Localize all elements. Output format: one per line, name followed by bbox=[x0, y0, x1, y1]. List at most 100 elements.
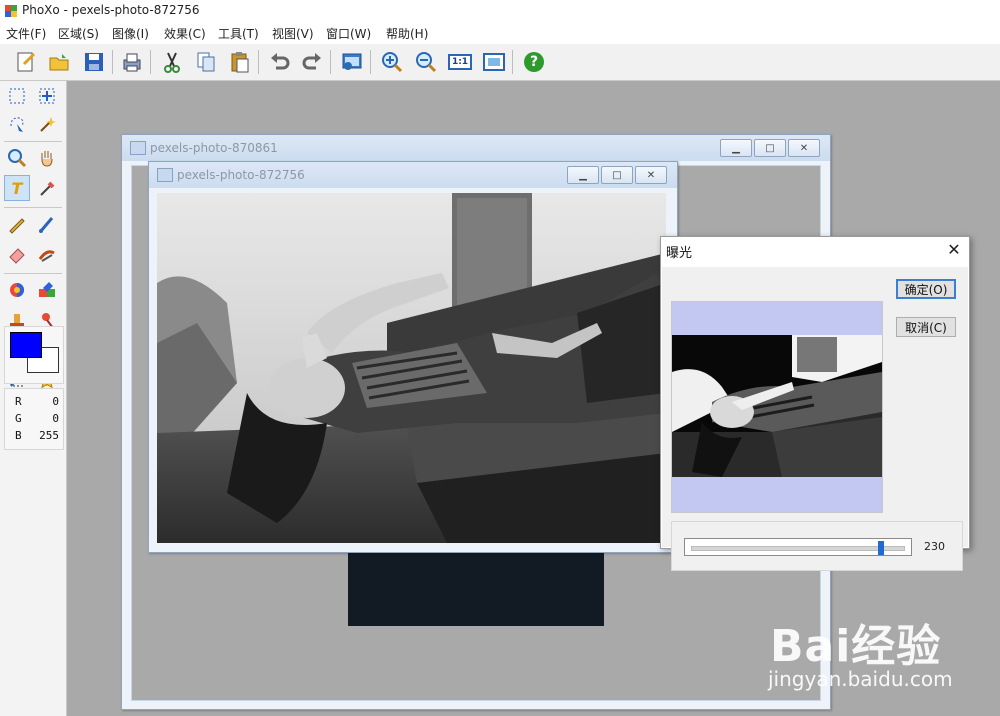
zoom-in-icon bbox=[382, 52, 403, 73]
menu-help[interactable]: 帮助(H) bbox=[386, 25, 428, 42]
toolbar-separator bbox=[512, 50, 513, 74]
app-icon bbox=[5, 5, 17, 17]
fill-tool[interactable] bbox=[4, 277, 30, 303]
rgb-row-b: B 255 bbox=[15, 429, 59, 442]
preview-image bbox=[672, 335, 882, 477]
ok-button[interactable]: 确定(O) bbox=[896, 279, 956, 299]
close-button[interactable]: ✕ bbox=[635, 166, 667, 184]
baidu-watermark-logo: Bai经验 bbox=[770, 621, 942, 672]
eraser-tool[interactable] bbox=[4, 241, 30, 267]
minimize-button[interactable]: ▁ bbox=[720, 139, 752, 157]
redo-button[interactable] bbox=[298, 48, 326, 76]
paste-button[interactable] bbox=[226, 48, 254, 76]
fill-icon bbox=[10, 283, 24, 297]
foreground-color-swatch[interactable] bbox=[10, 332, 42, 358]
minimize-icon: ▁ bbox=[732, 142, 740, 154]
new-icon bbox=[17, 52, 36, 72]
rgb-row-r: R0 bbox=[15, 395, 59, 408]
rect-select-icon bbox=[9, 88, 25, 104]
dialog-close-button[interactable]: ✕ bbox=[945, 241, 963, 259]
smudge-icon bbox=[38, 250, 55, 262]
g-value: 0 bbox=[52, 412, 59, 425]
maximize-button[interactable]: □ bbox=[601, 166, 633, 184]
rect-select-tool[interactable] bbox=[4, 83, 30, 109]
screen-capture-icon bbox=[342, 53, 362, 70]
toolbar-separator bbox=[150, 50, 151, 74]
palette-separator bbox=[4, 273, 62, 274]
fit-window-icon bbox=[483, 53, 505, 71]
menu-file[interactable]: 文件(F) bbox=[6, 25, 46, 42]
cut-icon bbox=[164, 52, 180, 73]
copy-button[interactable] bbox=[192, 48, 220, 76]
magic-wand-tool[interactable] bbox=[34, 111, 60, 137]
color-replace-tool[interactable] bbox=[34, 277, 60, 303]
save-icon bbox=[85, 53, 103, 71]
eyedropper-tool[interactable] bbox=[34, 175, 60, 201]
actual-size-button[interactable]: 1:1 bbox=[446, 48, 474, 76]
brush-tool[interactable] bbox=[34, 211, 60, 237]
palette-separator bbox=[4, 207, 62, 208]
color-replace-icon bbox=[39, 282, 55, 297]
cancel-button[interactable]: 取消(C) bbox=[896, 317, 956, 337]
window-title-bar[interactable]: pexels-photo-870861 ▁ □ ✕ bbox=[122, 135, 830, 161]
menu-image[interactable]: 图像(I) bbox=[112, 25, 149, 42]
minimize-icon: ▁ bbox=[579, 169, 587, 181]
photo-canvas[interactable] bbox=[157, 193, 666, 543]
save-button[interactable] bbox=[80, 48, 108, 76]
b-value: 255 bbox=[39, 429, 59, 442]
slider-thumb[interactable] bbox=[878, 541, 885, 555]
slider-track bbox=[691, 546, 905, 551]
toolbar-separator bbox=[330, 50, 331, 74]
palette-separator bbox=[4, 141, 62, 142]
fit-window-button[interactable] bbox=[480, 48, 508, 76]
eraser-icon bbox=[9, 248, 25, 264]
zoom-tool[interactable] bbox=[4, 145, 30, 171]
minimize-button[interactable]: ▁ bbox=[567, 166, 599, 184]
zoom-out-button[interactable] bbox=[412, 48, 440, 76]
toolbar-separator bbox=[258, 50, 259, 74]
hand-tool[interactable] bbox=[34, 145, 60, 171]
move-select-tool[interactable] bbox=[34, 83, 60, 109]
image-thumbnail-dark bbox=[348, 552, 604, 626]
text-tool[interactable]: T bbox=[4, 175, 30, 201]
move-select-icon bbox=[39, 88, 55, 104]
b-label: B bbox=[15, 429, 22, 442]
g-label: G bbox=[15, 412, 22, 425]
menu-view[interactable]: 视图(V) bbox=[272, 25, 314, 42]
paste-icon bbox=[231, 52, 249, 73]
zoom-out-icon bbox=[416, 52, 437, 73]
menu-selection[interactable]: 区域(S) bbox=[58, 25, 99, 42]
hand-icon bbox=[41, 151, 53, 167]
undo-button[interactable] bbox=[266, 48, 294, 76]
maximize-button[interactable]: □ bbox=[754, 139, 786, 157]
menu-tools[interactable]: 工具(T) bbox=[218, 25, 259, 42]
zoom-in-button[interactable] bbox=[378, 48, 406, 76]
screen-capture-button[interactable] bbox=[338, 48, 366, 76]
close-icon: ✕ bbox=[799, 142, 809, 154]
brush-icon bbox=[39, 217, 54, 233]
magic-wand-icon bbox=[40, 117, 56, 132]
image-doc-icon bbox=[130, 141, 146, 155]
window-title-bar[interactable]: pexels-photo-872756 ▁ □ ✕ bbox=[149, 162, 677, 188]
new-button[interactable] bbox=[12, 48, 40, 76]
lasso-tool[interactable] bbox=[4, 111, 30, 137]
close-button[interactable]: ✕ bbox=[788, 139, 820, 157]
window-title: pexels-photo-872756 bbox=[177, 168, 305, 182]
menu-effects[interactable]: 效果(C) bbox=[164, 25, 206, 42]
exposure-slider[interactable] bbox=[684, 538, 912, 556]
app-title: PhoXo - pexels-photo-872756 bbox=[22, 3, 200, 17]
text-icon: T bbox=[11, 178, 23, 198]
menu-window[interactable]: 窗口(W) bbox=[326, 25, 371, 42]
rgb-readout: R0 G 0 B 255 bbox=[4, 388, 64, 450]
smudge-tool[interactable] bbox=[34, 241, 60, 267]
print-button[interactable] bbox=[118, 48, 146, 76]
maximize-icon: □ bbox=[765, 142, 775, 154]
help-button[interactable]: ? bbox=[520, 48, 548, 76]
cut-button[interactable] bbox=[158, 48, 186, 76]
open-button[interactable] bbox=[46, 48, 74, 76]
exposure-preview bbox=[671, 301, 883, 513]
image-doc-icon bbox=[157, 168, 173, 182]
pencil-tool[interactable] bbox=[4, 211, 30, 237]
actual-size-icon: 1:1 bbox=[447, 54, 473, 70]
pencil-icon bbox=[9, 218, 25, 234]
